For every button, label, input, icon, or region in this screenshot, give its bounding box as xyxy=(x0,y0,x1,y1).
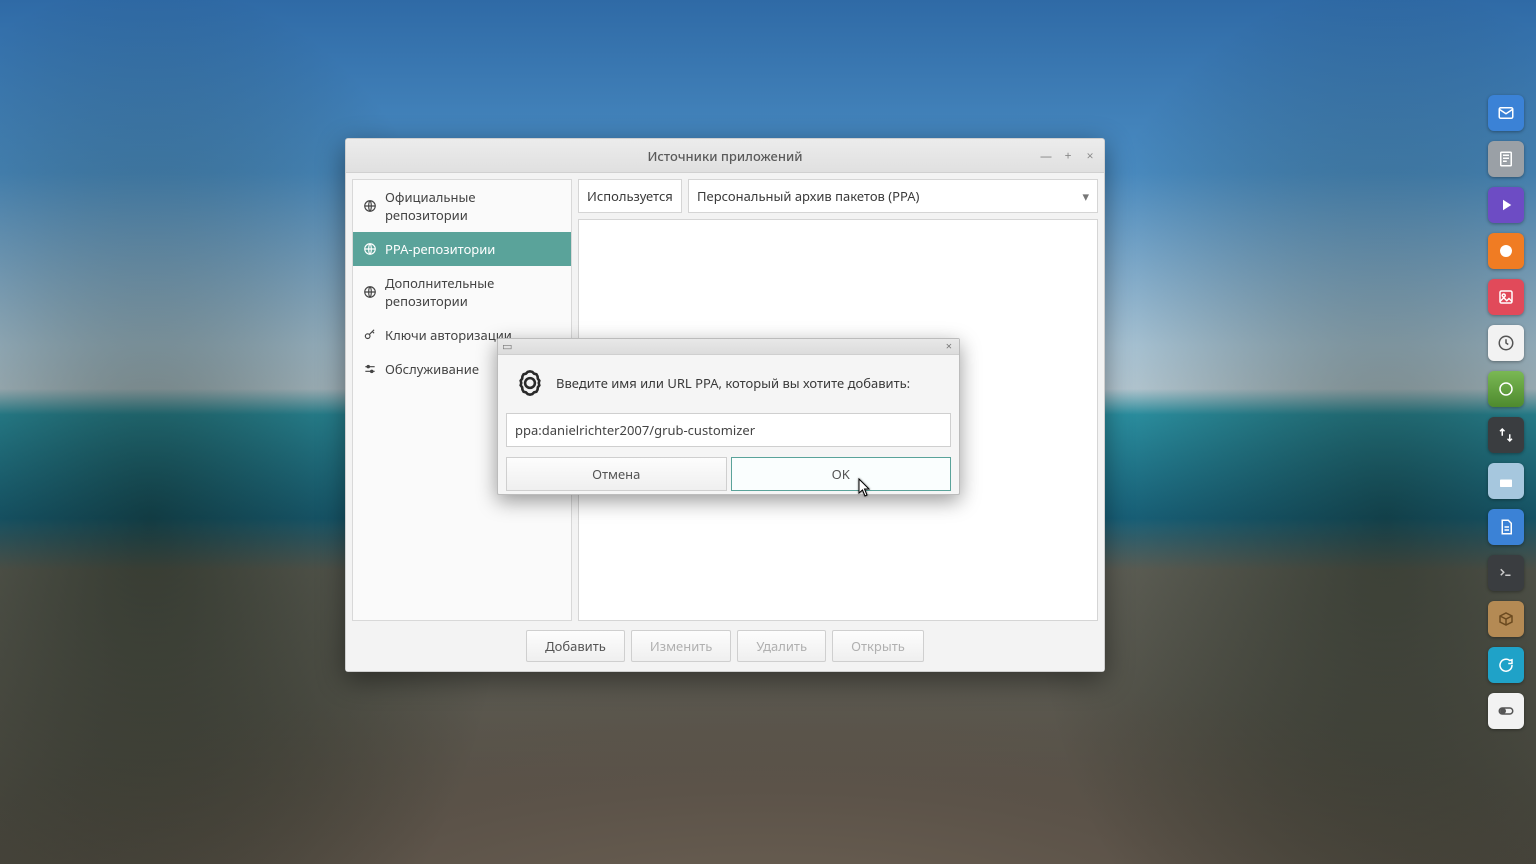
delete-button[interactable]: Удалить xyxy=(737,630,826,662)
files-icon[interactable] xyxy=(1488,463,1524,499)
edit-button[interactable]: Изменить xyxy=(631,630,732,662)
sidebar-item-additional-repos[interactable]: Дополнительные репозитории xyxy=(353,266,571,318)
window-footer: Добавить Изменить Удалить Открыть xyxy=(346,627,1104,671)
sidebar-item-label: PPA-репозитории xyxy=(385,240,495,258)
maximize-button[interactable]: + xyxy=(1060,148,1076,164)
firefox-icon[interactable] xyxy=(1488,233,1524,269)
dock xyxy=(1488,95,1524,729)
recycle-icon[interactable] xyxy=(1488,417,1524,453)
shutdown-icon[interactable] xyxy=(1488,371,1524,407)
gear-icon xyxy=(516,369,544,397)
dialog-titlebar[interactable]: ▭ × xyxy=(498,339,959,355)
clock-icon[interactable] xyxy=(1488,325,1524,361)
sidebar-item-official-repos[interactable]: Официальные репозитории xyxy=(353,180,571,232)
window-titlebar[interactable]: Источники приложений — + × xyxy=(346,139,1104,173)
photos-icon[interactable] xyxy=(1488,279,1524,315)
sidebar-item-label: Обслуживание xyxy=(385,360,479,378)
package-icon[interactable] xyxy=(1488,601,1524,637)
dialog-titlebar-icon: ▭ xyxy=(502,339,512,354)
add-ppa-dialog: ▭ × Введите имя или URL PPA, который вы … xyxy=(497,338,960,495)
chevron-down-icon: ▾ xyxy=(1082,187,1089,205)
mail-icon[interactable] xyxy=(1488,95,1524,131)
globe-icon xyxy=(363,242,377,256)
repo-type-select[interactable]: Персональный архив пакетов (PPA) ▾ xyxy=(688,179,1098,213)
globe-icon xyxy=(363,199,377,213)
minimize-button[interactable]: — xyxy=(1038,148,1054,164)
player-icon[interactable] xyxy=(1488,187,1524,223)
globe-icon xyxy=(363,285,377,299)
key-icon xyxy=(363,328,377,342)
sidebar-item-label: Ключи авторизации xyxy=(385,326,512,344)
ppa-input[interactable] xyxy=(506,413,951,447)
document-icon[interactable] xyxy=(1488,509,1524,545)
ok-button[interactable]: OK xyxy=(731,457,952,491)
terminal-icon[interactable] xyxy=(1488,555,1524,591)
window-title: Источники приложений xyxy=(647,147,802,165)
open-button[interactable]: Открыть xyxy=(832,630,924,662)
close-button[interactable]: × xyxy=(1082,148,1098,164)
cancel-button[interactable]: Отмена xyxy=(506,457,727,491)
dialog-prompt: Введите имя или URL PPA, который вы хоти… xyxy=(556,374,910,392)
toggle-icon[interactable] xyxy=(1488,693,1524,729)
sidebar-item-ppa-repos[interactable]: PPA-репозитории xyxy=(353,232,571,266)
sliders-icon xyxy=(363,362,377,376)
sidebar-item-label: Официальные репозитории xyxy=(385,188,561,224)
repo-type-selected: Персональный архив пакетов (PPA) xyxy=(697,187,919,205)
dialog-close-button[interactable]: × xyxy=(943,339,955,354)
add-button[interactable]: Добавить xyxy=(526,630,625,662)
notes-icon[interactable] xyxy=(1488,141,1524,177)
column-header-used[interactable]: Используется xyxy=(578,179,682,213)
sidebar-item-label: Дополнительные репозитории xyxy=(385,274,561,310)
update-icon[interactable] xyxy=(1488,647,1524,683)
